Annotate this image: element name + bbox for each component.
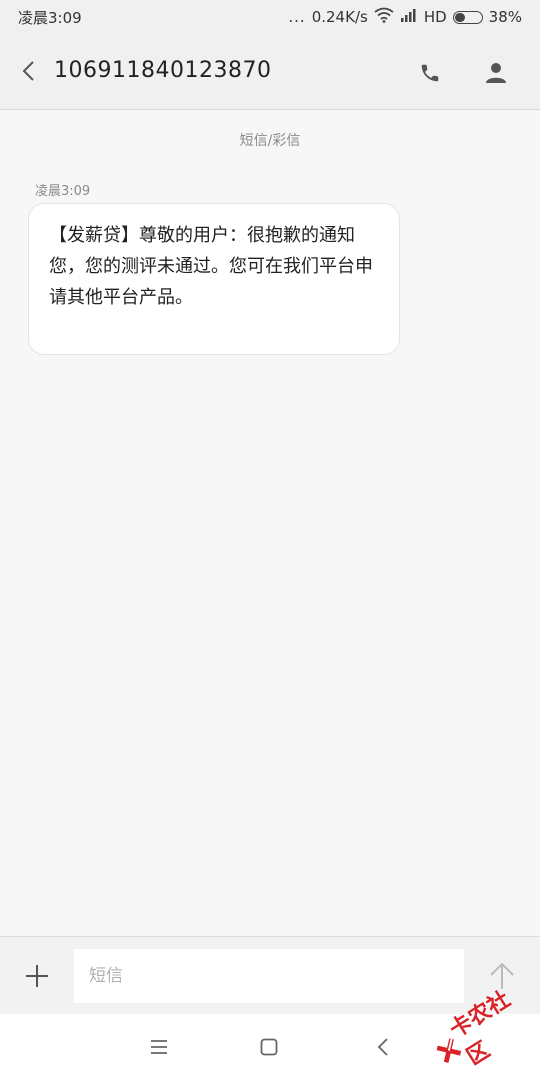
- status-indicators: ... 0.24K/s HD 38%: [288, 7, 522, 27]
- person-icon: [486, 63, 506, 83]
- signal-icon: [400, 8, 418, 26]
- message-input[interactable]: [74, 949, 464, 1003]
- network-type: HD: [423, 8, 447, 26]
- battery-fill: [454, 12, 465, 22]
- network-speed: 0.24K/s: [311, 8, 368, 26]
- sms-conversation-screen: 凌晨3:09 ... 0.24K/s HD 38% 10691184012387…: [0, 0, 540, 1080]
- wifi-icon: [374, 7, 394, 27]
- chevron-left-icon: [22, 61, 34, 81]
- back-button[interactable]: [14, 56, 44, 86]
- contact-info-button[interactable]: [480, 57, 512, 89]
- battery-percent: 38%: [488, 8, 522, 26]
- add-attachment-button[interactable]: [20, 959, 54, 993]
- message-timestamp: 凌晨3:09: [35, 184, 91, 199]
- square-icon: [260, 1038, 278, 1056]
- message-type-label: 短信/彩信: [239, 133, 301, 149]
- phone-icon: [421, 64, 439, 82]
- battery-icon: [452, 10, 483, 24]
- message-list[interactable]: 短信/彩信 凌晨3:09 【发薪贷】尊敬的用户：很抱歉的通知您，您的测评未通过。…: [0, 110, 540, 936]
- status-time: 凌晨3:09: [18, 8, 82, 27]
- conversation-header: 106911840123870: [0, 34, 540, 110]
- triangle-back-icon: [377, 1038, 388, 1056]
- call-button[interactable]: [414, 57, 446, 89]
- status-dots: ...: [288, 7, 306, 26]
- nav-menu-button[interactable]: [144, 1032, 174, 1062]
- message-bubble[interactable]: 【发薪贷】尊敬的用户：很抱歉的通知您，您的测评未通过。您可在我们平台申请其他平台…: [28, 203, 400, 355]
- menu-icon: [151, 1040, 167, 1054]
- nav-home-button[interactable]: [254, 1032, 284, 1062]
- contact-number: 106911840123870: [54, 58, 272, 83]
- plus-icon: [26, 965, 48, 987]
- status-bar: 凌晨3:09 ... 0.24K/s HD 38%: [0, 0, 540, 34]
- nav-back-button[interactable]: [368, 1032, 398, 1062]
